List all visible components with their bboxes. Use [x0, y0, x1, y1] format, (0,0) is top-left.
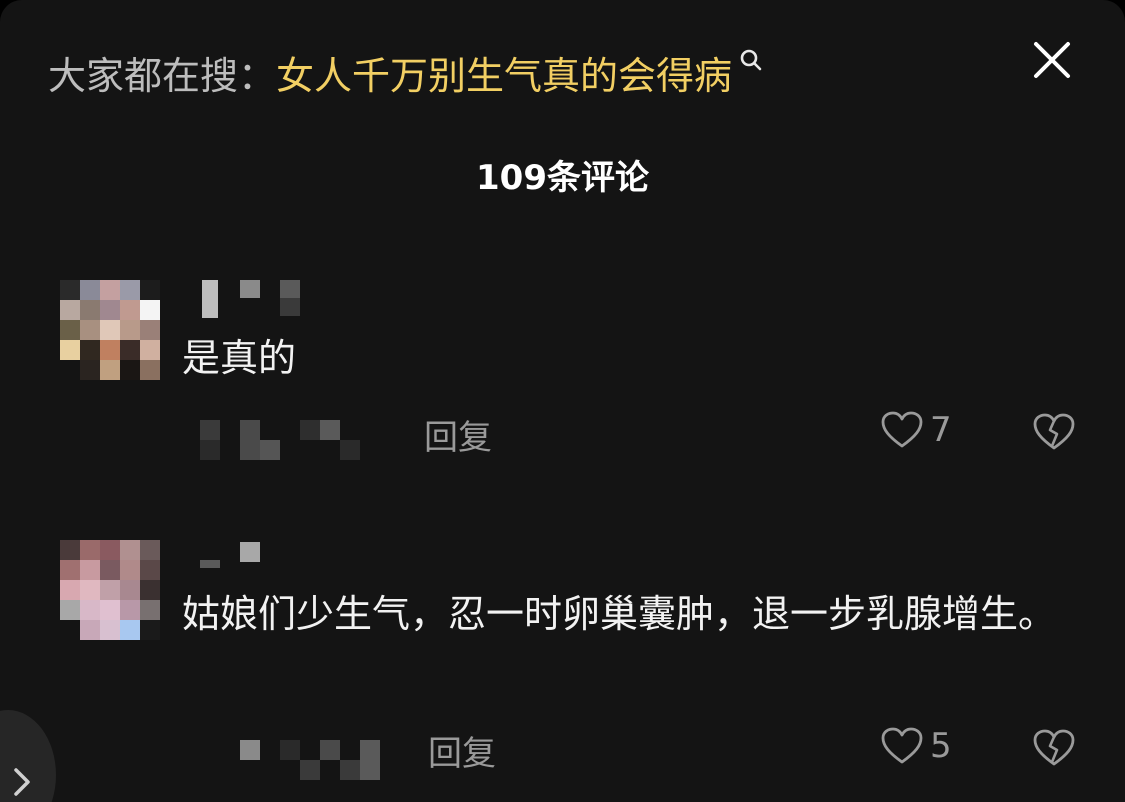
avatar[interactable] [60, 280, 160, 380]
comment-meta-redacted [198, 418, 388, 462]
expand-button[interactable] [0, 710, 56, 802]
search-prefix-label: 大家都在搜： [48, 53, 277, 98]
search-icon[interactable] [738, 48, 764, 74]
like-count: 5 [930, 726, 952, 766]
like-button[interactable]: 5 [880, 726, 952, 766]
avatar[interactable] [60, 540, 160, 640]
comment-text: 是真的 [182, 336, 297, 380]
broken-heart-icon[interactable] [1032, 728, 1076, 768]
comments-panel: 大家都在搜： 女人千万别生气真的会得病 109条评论 是真的 回复 7 姑娘们少… [0, 0, 1125, 802]
like-count: 7 [930, 410, 952, 450]
comment-count-title: 109条评论 [476, 158, 649, 198]
heart-outline-icon [881, 411, 923, 448]
heart-outline-icon [881, 727, 923, 764]
reply-button[interactable]: 回复 [424, 410, 492, 459]
broken-heart-icon[interactable] [1032, 412, 1076, 452]
reply-button[interactable]: 回复 [428, 726, 496, 775]
username-redacted[interactable] [198, 278, 308, 318]
username-redacted[interactable] [198, 540, 268, 580]
search-suggestion[interactable]: 大家都在搜： 女人千万别生气真的会得病 [48, 44, 764, 100]
chevron-right-icon [14, 768, 30, 796]
search-term-link[interactable]: 女人千万别生气真的会得病 [276, 45, 732, 100]
close-icon[interactable] [1024, 34, 1080, 90]
comment-text: 姑娘们少生气，忍一时卵巢囊肿，退一步乳腺增生。 [182, 592, 1057, 636]
comment-meta-redacted [198, 738, 388, 782]
like-button[interactable]: 7 [880, 410, 952, 450]
